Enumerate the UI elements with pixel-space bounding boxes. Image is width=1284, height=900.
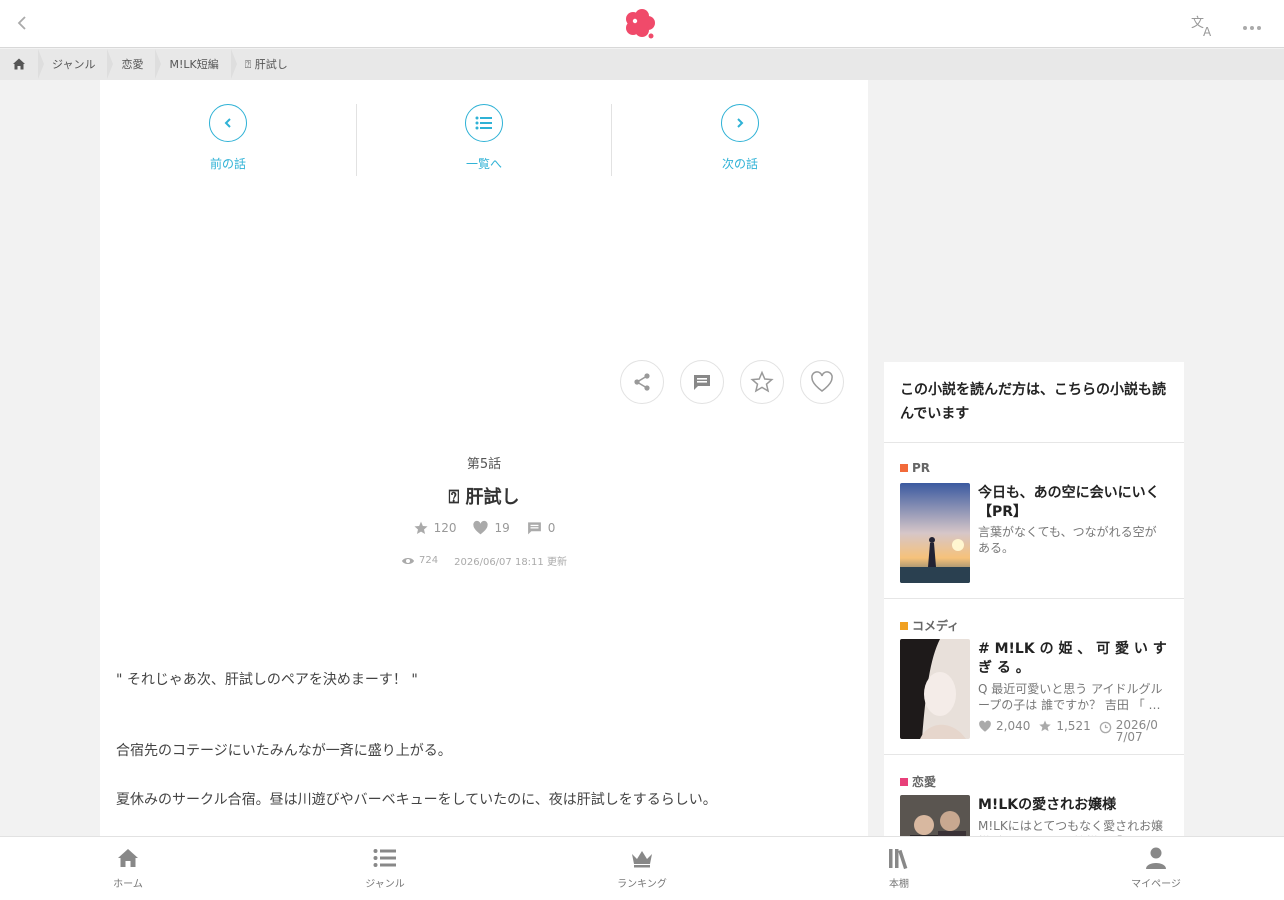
- list-icon: [373, 849, 396, 867]
- recommendation-panel: この小説を読んだ方は、こちらの小説も読んでいます PR 今日も、あの空に会いにい…: [884, 362, 1184, 836]
- comment-count: 0: [526, 520, 556, 536]
- body-paragraph: 合宿先のコテージにいたみんなが一斉に盛り上がる。: [116, 743, 452, 759]
- tab-home-label: ホーム: [113, 879, 143, 890]
- recommendation-item[interactable]: コメディ # M!LK の 姫 、 可 愛 い す ぎ る 。 Q 最近可愛いと…: [884, 599, 1184, 755]
- breadcrumb: ジャンル 恋愛 M!LK短編 ⍰ 肝試し: [0, 49, 1284, 80]
- star-count-value: 120: [433, 521, 457, 535]
- chevron-left-circle-icon: [209, 104, 247, 142]
- recommendation-title: 今日も、あの空に会いにいく【PR】: [978, 485, 1160, 520]
- svg-text:A: A: [1203, 25, 1212, 38]
- share-button[interactable]: [620, 360, 664, 404]
- star-icon: [1039, 720, 1052, 732]
- like-count-value: 19: [494, 521, 510, 535]
- updated-date: 2026/07/07: [1099, 719, 1166, 743]
- breadcrumb-romance[interactable]: 恋愛: [107, 49, 162, 80]
- recommendation-item[interactable]: PR 今日も、あの空に会いにいく【PR】 言葉がなくても、つながれる空がある。: [884, 443, 1184, 599]
- star-outline-icon: [750, 370, 774, 393]
- genre-tag: PR: [900, 461, 930, 475]
- translate-icon[interactable]: 文 A: [1190, 14, 1216, 39]
- view-count: 724: [401, 555, 438, 566]
- tab-mypage-label: マイページ: [1131, 879, 1181, 890]
- updated-at: 2026/06/07 18:11 更新: [454, 557, 567, 568]
- recommendation-item[interactable]: 恋愛 M!LKの愛されお嬢様 M!LKにはとてつもなく愛されお嬢様がいる。そのお…: [884, 755, 1184, 836]
- heart-icon: [979, 720, 991, 732]
- bookshelf-icon: [889, 849, 908, 869]
- episode-number: 第5話: [466, 457, 502, 472]
- view-count-value: 724: [419, 555, 439, 566]
- bookmark-star-button[interactable]: [740, 360, 784, 404]
- prev-episode-button[interactable]: 前の話: [100, 104, 356, 176]
- recommendation-desc: Q 最近可愛いと思う アイドルグループの子は 誰ですか？ 吉田 「 …: [978, 682, 1163, 712]
- home-icon: [13, 58, 25, 70]
- episode-list-label: 一覧へ: [465, 157, 502, 171]
- crown-icon: [632, 851, 652, 868]
- share-icon: [634, 373, 650, 391]
- star-count: 1,521: [1038, 719, 1091, 733]
- top-bar: 文 A: [0, 0, 1284, 48]
- chevron-left-icon[interactable]: [12, 12, 34, 34]
- cover-image: [900, 639, 970, 739]
- more-horizontal-icon[interactable]: [1240, 16, 1264, 36]
- genre-tag: コメディ: [900, 617, 959, 634]
- genre-tag: 恋愛: [900, 773, 936, 790]
- episode-nav: 前の話 一覧へ 次の話: [100, 104, 868, 176]
- body-paragraph: " それじゃあ次、肝試しのペアを決めまーす！ ": [116, 672, 418, 688]
- tab-genre-label: ジャンル: [365, 879, 405, 890]
- recommendation-title: # M!LK の 姫 、 可 愛 い す ぎ る 。: [978, 641, 1167, 676]
- breadcrumb-genre[interactable]: ジャンル: [38, 49, 114, 80]
- chevron-right-circle-icon: [721, 104, 759, 142]
- clock-icon: [1099, 721, 1111, 734]
- breadcrumb-home[interactable]: [0, 49, 44, 80]
- tab-ranking-label: ランキング: [617, 879, 667, 890]
- prev-episode-label: 前の話: [209, 157, 246, 171]
- tab-mypage[interactable]: マイページ: [1106, 845, 1206, 890]
- breadcrumb-work[interactable]: M!LK短編: [155, 49, 237, 80]
- heart-icon: [473, 520, 489, 535]
- recommendation-desc: M!LKにはとてつもなく愛されお嬢様がいる。そのお嬢様は「〇〇〇」: [978, 819, 1168, 836]
- cover-image: [900, 483, 970, 583]
- bottom-nav: ホーム ジャンル ランキング 本棚 マイページ: [0, 836, 1284, 900]
- next-episode-button[interactable]: 次の話: [612, 104, 868, 176]
- star-count: 120: [413, 520, 457, 536]
- tab-ranking[interactable]: ランキング: [592, 845, 692, 890]
- body-paragraph: 夏休みのサークル合宿。昼は川遊びやバーベキューをしていたのに、夜は肝試しをするら…: [116, 792, 717, 808]
- tab-bookshelf-label: 本棚: [889, 879, 909, 890]
- comment-icon: [694, 375, 710, 390]
- breadcrumb-episode: ⍰ 肝試し: [244, 58, 288, 71]
- like-button[interactable]: [800, 360, 844, 404]
- home-icon: [118, 849, 138, 867]
- tab-genre[interactable]: ジャンル: [335, 845, 435, 890]
- recommendation-desc: 言葉がなくても、つながれる空がある。: [978, 525, 1157, 555]
- like-count: 19: [472, 520, 510, 536]
- episode-main: 前の話 一覧へ 次の話 第5話 ⍰ 肝試し 120 19 0 724 2026/…: [100, 80, 868, 836]
- flower-logo-icon[interactable]: [620, 6, 660, 42]
- comment-button[interactable]: [680, 360, 724, 404]
- cover-image: [900, 795, 970, 836]
- user-icon: [1146, 847, 1166, 869]
- list-icon: [465, 104, 503, 142]
- recommendation-title: M!LKの愛されお嬢様: [978, 797, 1117, 813]
- eye-icon: [402, 557, 415, 564]
- tab-home[interactable]: ホーム: [78, 845, 178, 890]
- episode-title: ⍰ 肝試し: [448, 487, 520, 508]
- star-icon: [414, 521, 428, 534]
- comment-count-value: 0: [547, 521, 556, 535]
- heart-outline-icon: [811, 371, 833, 392]
- like-count: 2,040: [978, 719, 1030, 733]
- episode-meta: 724 2026/06/07 18:11 更新: [100, 553, 868, 568]
- episode-stats: 120 19 0: [100, 520, 868, 536]
- recommendation-heading: この小説を読んだ方は、こちらの小説も読んでいます: [884, 362, 1184, 443]
- tab-bookshelf[interactable]: 本棚: [849, 845, 949, 890]
- comment-icon: [527, 522, 541, 535]
- recommendation-stats: 2,040 1,521 2026/07/07: [978, 719, 1174, 743]
- episode-list-button[interactable]: 一覧へ: [356, 104, 612, 176]
- next-episode-label: 次の話: [721, 157, 758, 171]
